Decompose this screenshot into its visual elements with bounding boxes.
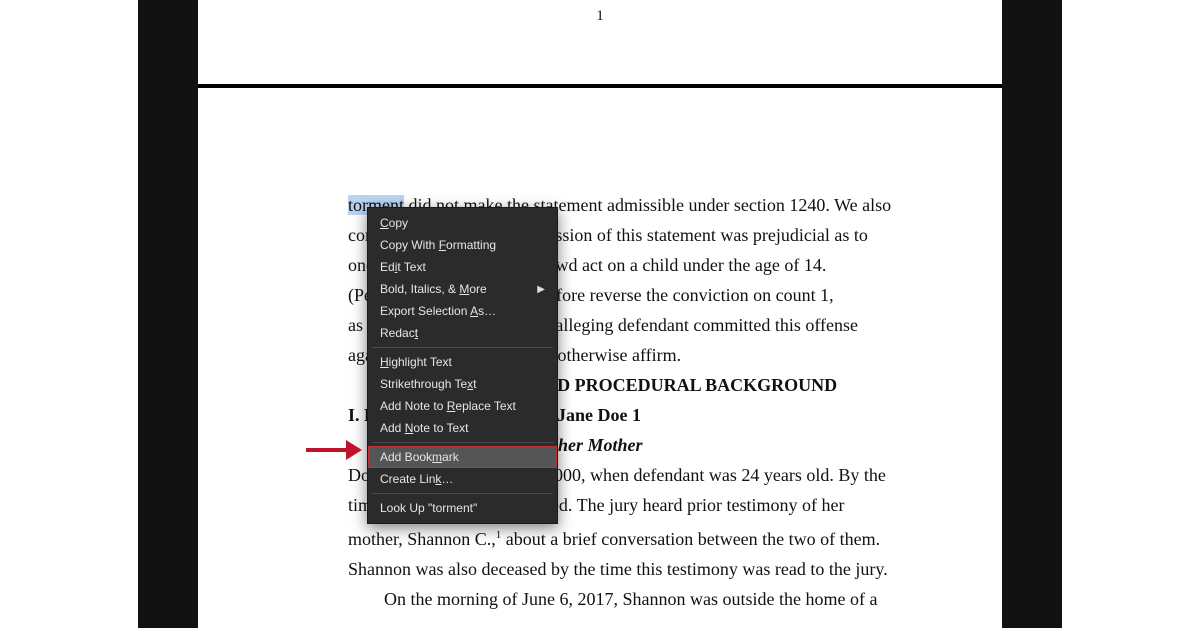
menu-item[interactable]: Add Bookmark — [368, 446, 557, 468]
menu-item[interactable]: Strikethrough Text — [368, 373, 557, 395]
menu-item[interactable]: Look Up "torment" — [368, 497, 557, 519]
menu-item[interactable]: Copy With Formatting — [368, 234, 557, 256]
menu-item[interactable]: Add Note to Text — [368, 417, 557, 439]
menu-item[interactable]: Export Selection As… — [368, 300, 557, 322]
menu-item-label: Add Note to Replace Text — [380, 399, 516, 413]
menu-item[interactable]: Create Link… — [368, 468, 557, 490]
page-header-gap: 1 — [198, 0, 1002, 88]
dark-margin-left — [138, 0, 198, 628]
dark-margin-right — [1002, 0, 1062, 628]
menu-item-label: Bold, Italics, & More — [380, 282, 487, 296]
body-text: On the morning of June 6, 2017, Shannon … — [348, 584, 932, 614]
menu-item-label: Edit Text — [380, 260, 426, 274]
menu-item[interactable]: Add Note to Replace Text — [368, 395, 557, 417]
menu-item[interactable]: Bold, Italics, & More ▶ — [368, 278, 557, 300]
chevron-right-icon: ▶ — [537, 284, 545, 295]
menu-item[interactable]: Edit Text — [368, 256, 557, 278]
menu-item-label: Strikethrough Text — [380, 377, 477, 391]
document-page: 1 torment did not make the statement adm… — [198, 0, 1002, 628]
menu-item[interactable]: Copy — [368, 212, 557, 234]
menu-separator — [372, 493, 553, 494]
menu-separator — [372, 442, 553, 443]
menu-item-label: Look Up "torment" — [380, 501, 477, 515]
menu-item-label: Export Selection As… — [380, 304, 496, 318]
menu-item-label: Copy With Formatting — [380, 238, 496, 252]
menu-item-label: Add Note to Text — [380, 421, 469, 435]
page-number: 1 — [596, 8, 604, 25]
menu-separator — [372, 347, 553, 348]
page-gap-divider — [198, 84, 1002, 88]
menu-item-label: Highlight Text — [380, 355, 452, 369]
menu-item[interactable]: Redact — [368, 322, 557, 344]
menu-item-label: Add Bookmark — [380, 450, 459, 464]
body-text: Shannon was also deceased by the time th… — [348, 554, 932, 584]
menu-item-label: Redact — [380, 326, 418, 340]
body-text: mother, Shannon C.,1 about a brief conve… — [348, 520, 932, 554]
context-menu: Copy Copy With Formatting Edit Text Bold, I… — [367, 207, 558, 524]
menu-item-label: Create Link… — [380, 472, 453, 486]
menu-item[interactable]: Highlight Text — [368, 351, 557, 373]
menu-item-label: Copy — [380, 216, 408, 230]
annotation-arrow — [306, 440, 366, 460]
